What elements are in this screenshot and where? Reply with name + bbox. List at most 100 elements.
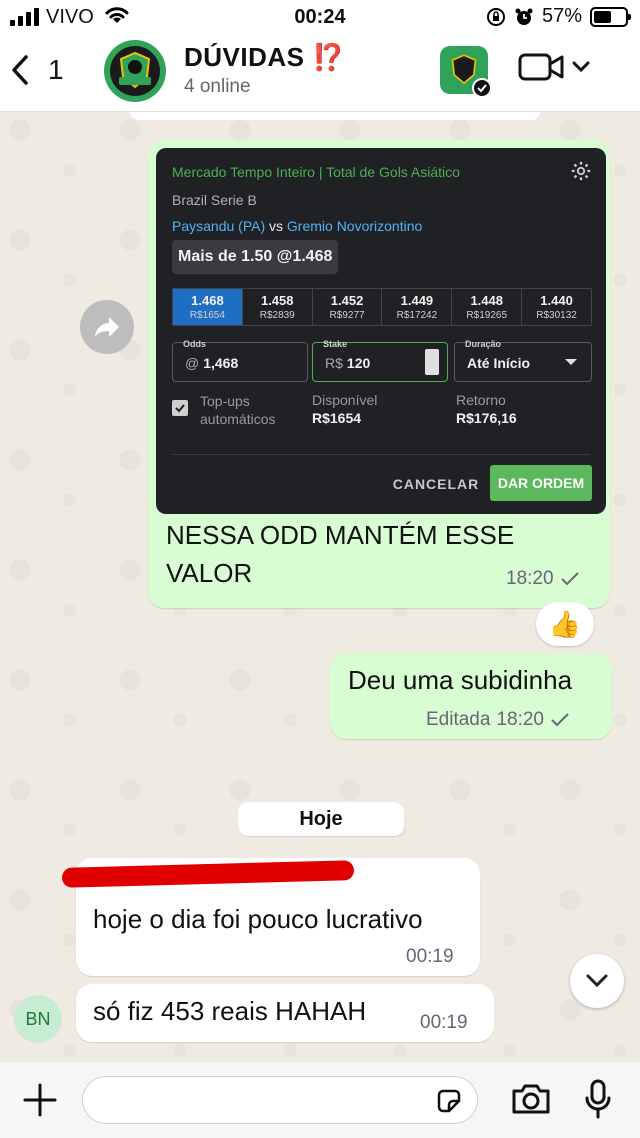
- sent-check-icon: [551, 713, 569, 727]
- chevron-down-icon: [572, 61, 590, 73]
- gear-icon: [571, 161, 591, 181]
- alarm-icon: [515, 8, 533, 25]
- unread-count: 1: [48, 54, 64, 85]
- message-time: 18:20: [496, 709, 544, 730]
- ladder-cell: 1.452 R$9277: [313, 289, 383, 325]
- sender-avatar[interactable]: BN: [14, 995, 62, 1043]
- sticker-icon[interactable]: [435, 1087, 463, 1115]
- odds-ladder: 1.468 R$1654 1.458 R$2839 1.452 R$9277 1.449 R$…: [172, 288, 592, 326]
- message-input-wrapper: [82, 1076, 478, 1124]
- day-divider: Hoje: [238, 802, 404, 836]
- stake-field: Stake R$ 120: [312, 339, 448, 382]
- safe-green-logo: [110, 46, 160, 96]
- plus-icon[interactable]: [22, 1082, 58, 1118]
- cancel-order-button: CANCELAR: [392, 476, 480, 492]
- video-call-button[interactable]: [518, 52, 590, 82]
- home-team: Paysandu (PA): [172, 218, 266, 234]
- edited-label: Editada: [426, 709, 491, 730]
- stake-value: 120: [346, 355, 371, 371]
- interrobang-emoji: ⁉️: [312, 42, 346, 72]
- topups-label: Top-ups automáticos: [200, 393, 276, 427]
- online-count: 4 online: [184, 76, 251, 97]
- message-input[interactable]: [83, 1077, 413, 1123]
- microphone-icon[interactable]: [584, 1078, 612, 1120]
- message-time: 00:19: [406, 946, 454, 967]
- match-teams: Paysandu (PA) vs Gremio Novorizontino: [172, 218, 422, 234]
- stake-stepper-icon: [425, 349, 439, 375]
- stake-label: Stake: [323, 339, 348, 349]
- camera-icon[interactable]: [510, 1082, 552, 1116]
- ladder-odd: 1.449: [400, 293, 434, 308]
- message-text: hoje o dia foi pouco lucrativo: [93, 904, 423, 934]
- group-title[interactable]: DÚVIDAS ⁉️: [184, 42, 345, 73]
- ladder-odd: 1.440: [540, 293, 573, 308]
- ladder-cell: 1.440 R$30132: [522, 289, 591, 325]
- ladder-stake: R$17242: [396, 310, 438, 321]
- incoming-message[interactable]: só fiz 453 reais HAHAH 00:19: [76, 984, 494, 1042]
- duration-label: Duração: [465, 339, 502, 349]
- ladder-odd: 1.448: [470, 293, 503, 308]
- ladder-stake: R$9277: [329, 310, 365, 321]
- ladder-cell: 1.458 R$2839: [243, 289, 313, 325]
- chat-area[interactable]: Mercado Tempo Inteiro | Total de Gols As…: [0, 112, 640, 1062]
- sent-check-icon: [560, 572, 579, 586]
- bet-slip-screenshot: Mercado Tempo Inteiro | Total de Gols As…: [156, 148, 606, 514]
- chevron-down-icon: [586, 974, 608, 988]
- available-label: Disponível: [312, 392, 378, 408]
- ladder-stake: R$1654: [189, 310, 225, 321]
- ladder-odd: 1.452: [330, 293, 364, 308]
- odds-prefix: @: [185, 355, 200, 371]
- incoming-message[interactable]: hoje o dia foi pouco lucrativo 00:19: [61, 858, 480, 976]
- ladder-cell: 1.448 R$19265: [452, 289, 523, 325]
- previous-message-edge: [130, 112, 540, 120]
- back-button[interactable]: 1: [10, 54, 64, 86]
- bet-selection: Mais de 1.50 @1.468: [172, 240, 339, 274]
- odds-value: 1,468: [203, 355, 239, 371]
- duration-field: Duração Até Início: [454, 339, 592, 382]
- return-info: Retorno R$176,16: [456, 392, 517, 426]
- video-camera-icon: [518, 53, 564, 81]
- divider: [172, 454, 590, 455]
- message-text: Deu uma subidinha: [348, 665, 573, 695]
- ladder-odd: 1.458: [260, 293, 294, 308]
- status-avatar[interactable]: [440, 46, 492, 98]
- market-title: Mercado Tempo Inteiro | Total de Gols As…: [172, 164, 460, 180]
- battery-icon: [590, 6, 631, 27]
- chevron-left-icon: [12, 55, 28, 85]
- message-text: só fiz 453 reais HAHAH: [93, 996, 367, 1026]
- check-badge-icon: [472, 78, 492, 98]
- forward-button[interactable]: [80, 300, 134, 354]
- message-meta: 18:20: [506, 568, 580, 590]
- ladder-odd: 1.468: [191, 293, 224, 308]
- composer-bar: [0, 1062, 640, 1138]
- vs-label: vs: [269, 218, 284, 234]
- ladder-stake: R$30132: [536, 310, 577, 321]
- group-title-text: DÚVIDAS: [184, 42, 305, 72]
- status-bar: VIVO 00:24 57%: [0, 0, 640, 36]
- odds-label: Odds: [183, 339, 207, 349]
- available-value: R$1654: [312, 410, 362, 426]
- reaction-thumbs-up[interactable]: 👍: [536, 602, 594, 646]
- group-avatar[interactable]: [104, 40, 166, 102]
- message-time: 00:19: [420, 1012, 468, 1033]
- image-message[interactable]: Mercado Tempo Inteiro | Total de Gols As…: [148, 140, 610, 608]
- redacted-sender-name: [61, 860, 355, 888]
- message-meta: Editada 18:20: [426, 709, 570, 731]
- outgoing-message[interactable]: Deu uma subidinha Editada 18:20: [330, 653, 612, 739]
- available-info: Disponível R$1654: [312, 392, 377, 426]
- dropdown-caret-icon: [565, 359, 577, 365]
- place-order-button: DAR ORDEM: [490, 465, 592, 501]
- return-value: R$176,16: [456, 410, 517, 426]
- scroll-to-bottom-button[interactable]: [570, 954, 624, 1008]
- battery-percent: 57%: [541, 5, 582, 27]
- topups-checkbox: [172, 400, 188, 416]
- stake-prefix: R$: [325, 355, 343, 371]
- orientation-lock-icon: [486, 7, 505, 26]
- checkmark-icon: [175, 404, 185, 413]
- away-team: Gremio Novorizontino: [286, 218, 423, 234]
- return-label: Retorno: [456, 392, 506, 408]
- chat-header: 1 DÚVIDAS ⁉️ 4 online: [0, 36, 640, 112]
- message-time: 18:20: [506, 568, 554, 589]
- forward-arrow-icon: [95, 317, 119, 337]
- ladder-cell: 1.468 R$1654: [173, 289, 243, 325]
